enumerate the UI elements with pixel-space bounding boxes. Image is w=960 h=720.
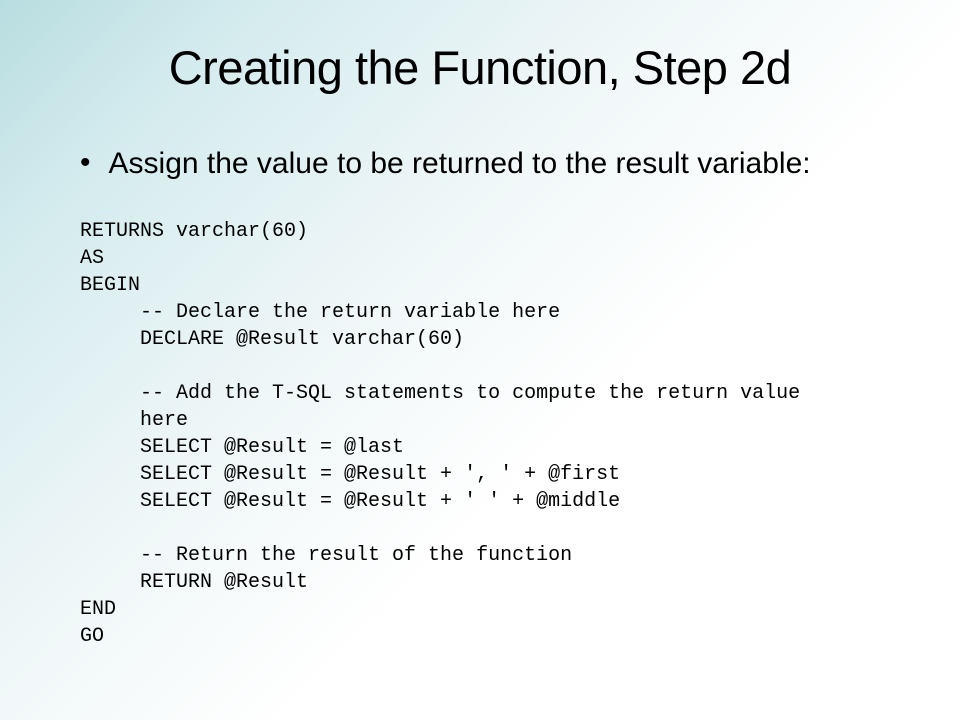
bullet-item: • Assign the value to be returned to the…	[80, 145, 900, 183]
code-line: SELECT @Result = @Result + ' ' + @middle	[80, 490, 620, 513]
code-line: BEGIN	[80, 274, 140, 297]
slide-title: Creating the Function, Step 2d	[60, 40, 900, 95]
code-line: RETURNS varchar(60)	[80, 220, 308, 243]
code-block: RETURNS varchar(60) AS BEGIN -- Declare …	[80, 191, 900, 650]
code-line: here	[80, 409, 188, 432]
code-line: RETURN @Result	[80, 571, 308, 594]
code-line: SELECT @Result = @last	[80, 436, 404, 459]
bullet-text: Assign the value to be returned to the r…	[109, 145, 811, 183]
code-line: SELECT @Result = @Result + ', ' + @first	[80, 463, 620, 486]
code-line: GO	[80, 625, 104, 648]
code-line: -- Declare the return variable here	[80, 301, 560, 324]
code-line: AS	[80, 247, 104, 270]
code-line: DECLARE @Result varchar(60)	[80, 328, 464, 351]
code-line: -- Return the result of the function	[80, 544, 572, 567]
code-line: -- Add the T-SQL statements to compute t…	[80, 382, 800, 405]
slide-content: • Assign the value to be returned to the…	[60, 145, 900, 650]
code-line: END	[80, 598, 116, 621]
bullet-marker: •	[80, 145, 91, 181]
slide: Creating the Function, Step 2d • Assign …	[0, 0, 960, 720]
